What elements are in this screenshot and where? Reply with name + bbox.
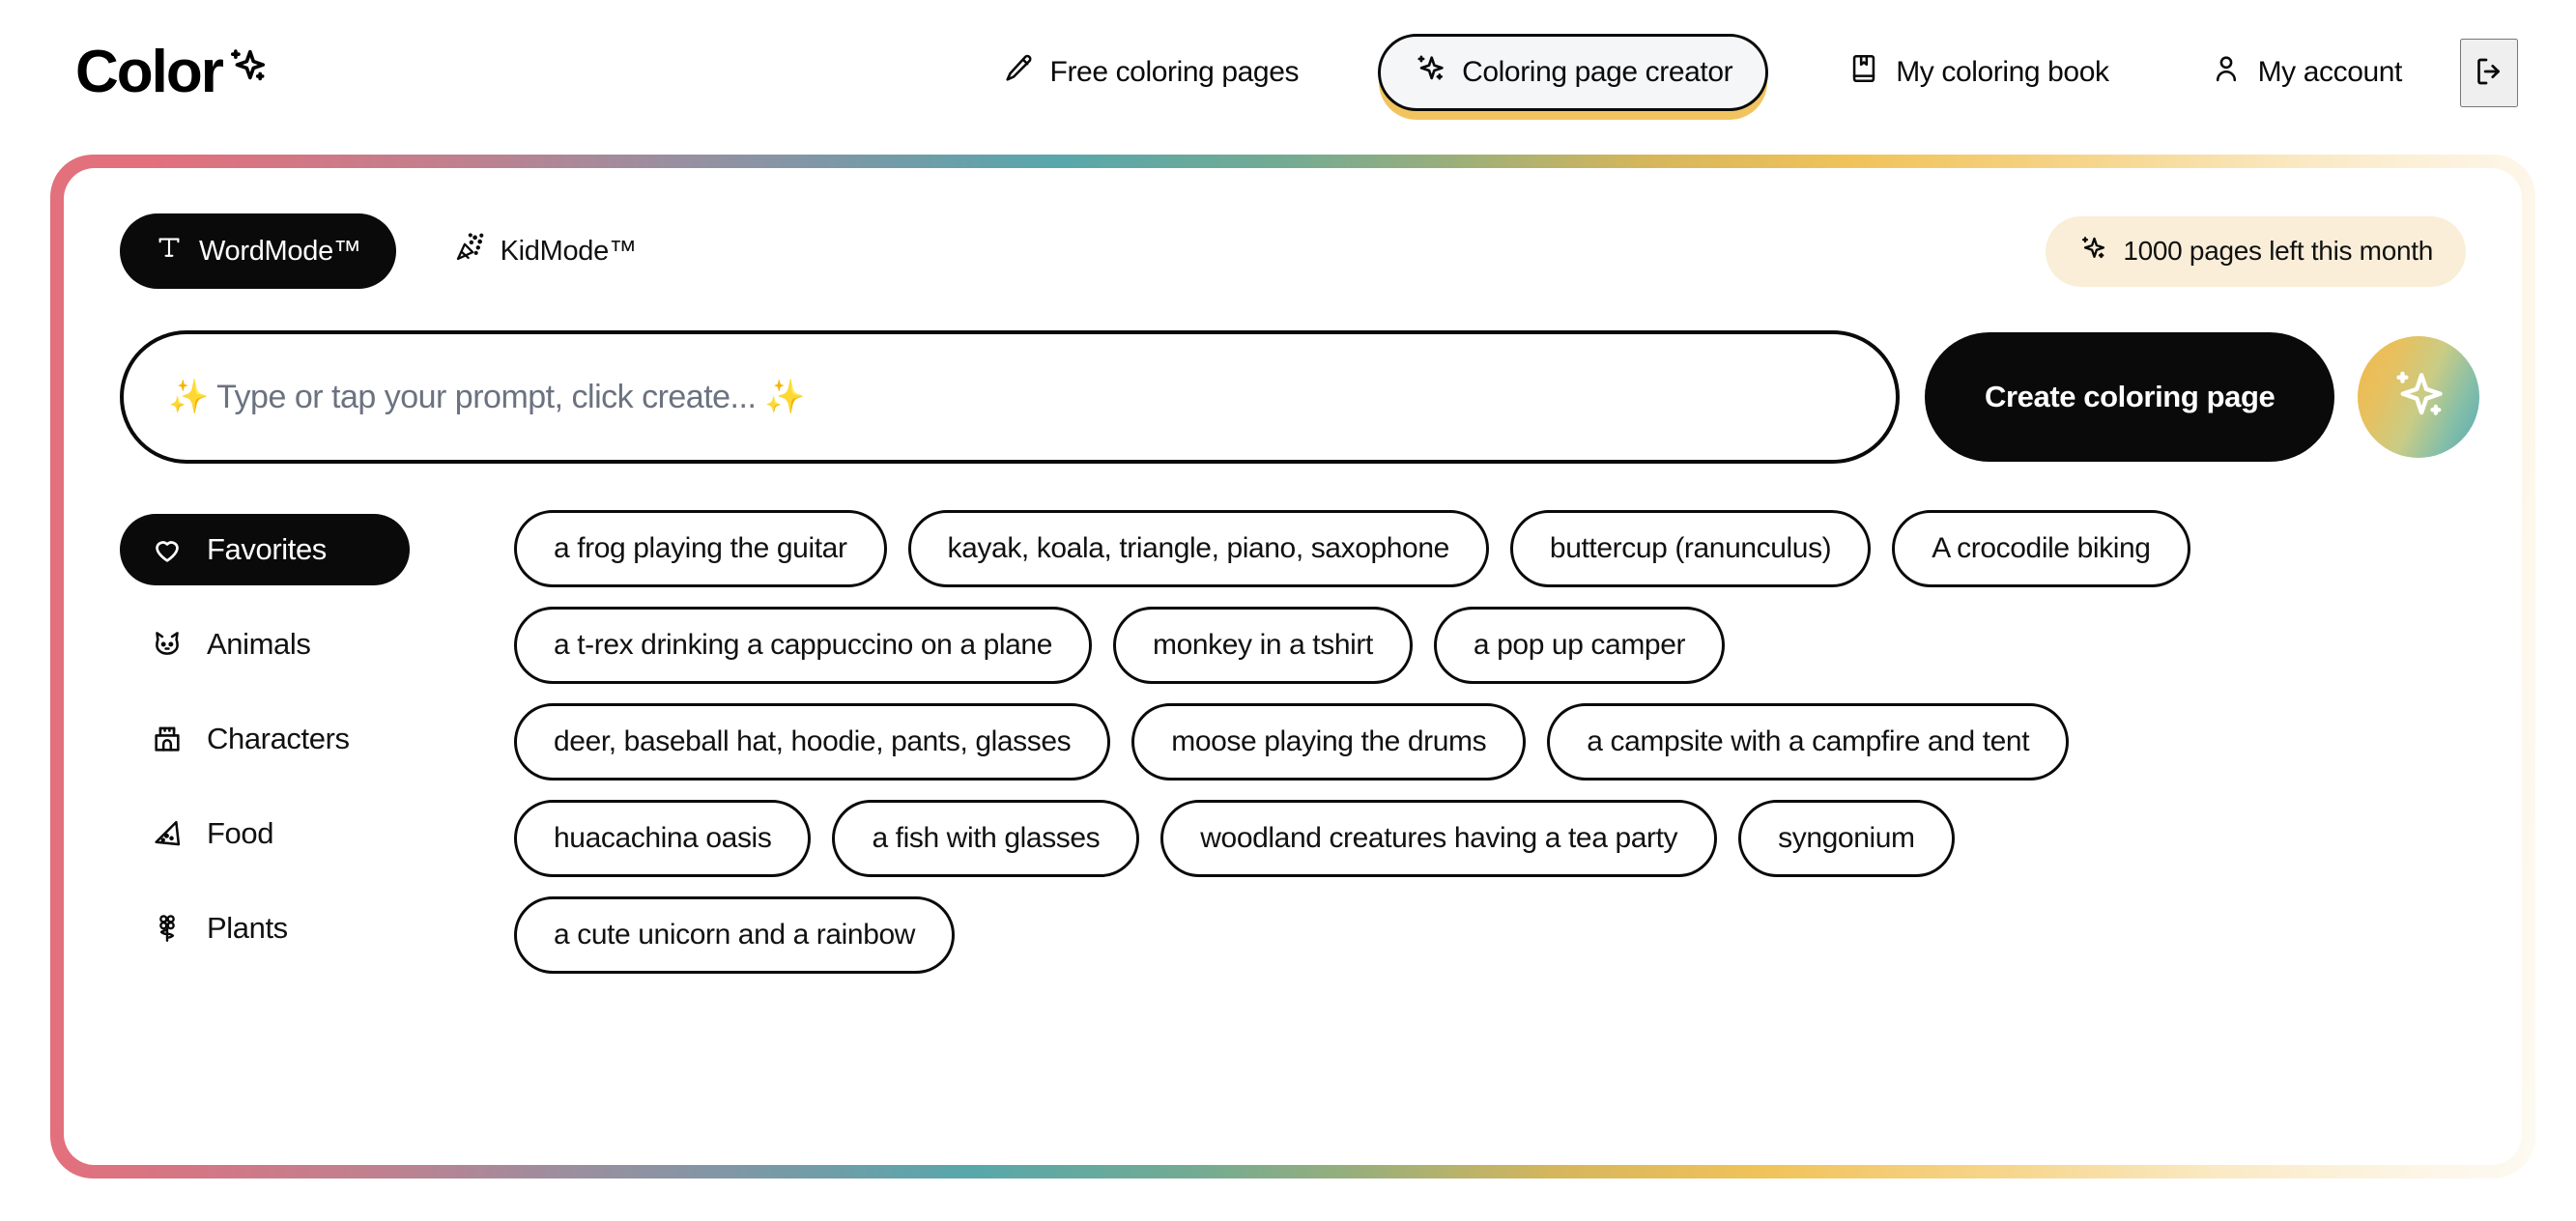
main-navigation: Free coloring pages Coloring page creato… <box>981 34 2518 111</box>
sidebar-item-animals[interactable]: Animals <box>120 609 410 680</box>
pizza-icon <box>149 815 186 852</box>
suggestion-chip[interactable]: a fish with glasses <box>832 800 1140 877</box>
suggestion-chips: a frog playing the guitar kayak, koala, … <box>514 508 2466 993</box>
sparkle-icon <box>1414 52 1446 93</box>
sidebar-item-label: Plants <box>207 911 288 945</box>
suggestion-chip[interactable]: huacachina oasis <box>514 800 812 877</box>
creator-card-gradient-border: WordMode™ KidMode™ 1000 pages left this … <box>50 155 2535 1178</box>
chip-row: a t-rex drinking a cappuccino on a plane… <box>514 607 2466 684</box>
flower-icon <box>149 910 186 947</box>
create-coloring-page-button[interactable]: Create coloring page <box>1925 332 2335 462</box>
suggestion-chip[interactable]: A crocodile biking <box>1892 510 2190 587</box>
sidebar-item-label: Favorites <box>207 532 327 566</box>
sidebar-item-label: Food <box>207 816 274 850</box>
top-header: Color Free coloring pages Coloring page … <box>0 0 2576 145</box>
user-icon <box>2210 52 2243 93</box>
book-icon <box>1847 52 1880 93</box>
suggestion-chip[interactable]: syngonium <box>1738 800 1955 877</box>
mode-label: KidMode™ <box>500 235 637 267</box>
nav-label: Coloring page creator <box>1462 56 1733 88</box>
text-t-icon <box>155 233 184 270</box>
suggestion-chip[interactable]: a pop up camper <box>1433 607 1726 684</box>
sidebar-item-plants[interactable]: Plants <box>120 893 410 964</box>
suggestion-chip[interactable]: a cute unicorn and a rainbow <box>514 896 956 974</box>
mode-label: WordMode™ <box>199 235 361 267</box>
suggestion-chip[interactable]: buttercup (ranunculus) <box>1509 510 1872 587</box>
category-sidebar: Favorites Animals Characters Food Plants <box>120 508 514 993</box>
nav-item-free-coloring-pages[interactable]: Free coloring pages <box>981 39 1321 106</box>
chip-row: a cute unicorn and a rainbow <box>514 896 2466 974</box>
pages-remaining-badge: 1000 pages left this month <box>2046 215 2466 287</box>
suggestion-chip[interactable]: moose playing the drums <box>1131 703 1527 781</box>
prompt-input[interactable] <box>168 378 1851 416</box>
suggestions-section: Favorites Animals Characters Food Plants… <box>120 508 2466 993</box>
suggestion-chip[interactable]: kayak, koala, triangle, piano, saxophone <box>907 510 1489 587</box>
suggestion-chip[interactable]: a frog playing the guitar <box>514 510 887 587</box>
pencil-icon <box>1002 52 1035 93</box>
castle-icon <box>149 721 186 757</box>
nav-label: Free coloring pages <box>1049 56 1300 88</box>
nav-label: My account <box>2257 56 2403 88</box>
logout-button[interactable] <box>2460 38 2518 107</box>
sparkle-icon <box>2389 365 2448 430</box>
suggestion-chip[interactable]: a t-rex drinking a cappuccino on a plane <box>514 607 1093 684</box>
cat-icon <box>149 626 186 663</box>
prompt-bar: Create coloring page <box>120 330 2480 464</box>
brand-logo[interactable]: Color <box>75 43 269 102</box>
sidebar-item-label: Characters <box>207 722 350 755</box>
suggestion-chip[interactable]: deer, baseball hat, hoodie, pants, glass… <box>514 703 1111 781</box>
prompt-input-container[interactable] <box>120 330 1900 464</box>
suggestion-chip[interactable]: woodland creatures having a tea party <box>1160 800 1718 877</box>
sidebar-item-label: Animals <box>207 627 311 661</box>
sidebar-item-food[interactable]: Food <box>120 798 410 869</box>
sidebar-item-favorites[interactable]: Favorites <box>120 514 410 585</box>
brand-name: Color <box>75 39 224 105</box>
sidebar-item-characters[interactable]: Characters <box>120 703 410 775</box>
nav-item-my-account[interactable]: My account <box>2189 39 2423 106</box>
logout-icon <box>2472 54 2506 92</box>
chip-row: a frog playing the guitar kayak, koala, … <box>514 510 2466 587</box>
surprise-me-button[interactable] <box>2358 336 2480 458</box>
party-popper-icon <box>454 232 485 270</box>
nav-item-coloring-page-creator[interactable]: Coloring page creator <box>1378 34 1769 111</box>
suggestion-chip[interactable]: monkey in a tshirt <box>1113 607 1413 684</box>
mode-button-wordmode[interactable]: WordMode™ <box>120 213 396 289</box>
suggestion-chip[interactable]: a campsite with a campfire and tent <box>1547 703 2070 781</box>
nav-item-my-coloring-book[interactable]: My coloring book <box>1826 39 2130 106</box>
chip-row: huacachina oasis a fish with glasses woo… <box>514 800 2466 877</box>
sparkle-icon <box>2078 234 2107 270</box>
pages-remaining-label: 1000 pages left this month <box>2123 236 2433 266</box>
sparkle-icon <box>224 39 269 99</box>
creator-card: WordMode™ KidMode™ 1000 pages left this … <box>64 168 2522 1165</box>
chip-row: deer, baseball hat, hoodie, pants, glass… <box>514 703 2466 781</box>
nav-label: My coloring book <box>1896 56 2109 88</box>
heart-icon <box>149 531 186 568</box>
mode-button-kidmode[interactable]: KidMode™ <box>419 213 672 290</box>
mode-toolbar: WordMode™ KidMode™ 1000 pages left this … <box>120 213 2466 290</box>
